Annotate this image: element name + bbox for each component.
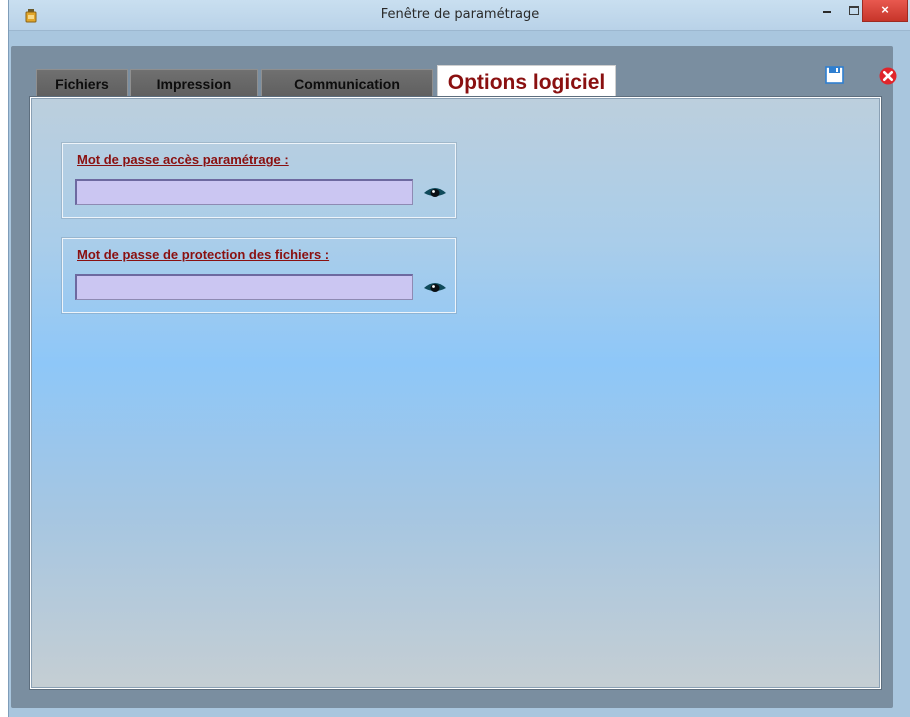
access-password-group: Mot de passe accès paramétrage : [62,143,456,218]
minimize-icon [823,11,831,13]
save-icon[interactable] [825,66,845,84]
access-password-label: Mot de passe accès paramétrage : [77,152,289,167]
tab-impression[interactable]: Impression [130,69,258,98]
show-password-eye-icon[interactable] [423,185,447,199]
minimize-button[interactable] [815,0,839,22]
show-password-eye-icon[interactable] [423,280,447,294]
title-bar[interactable]: Fenêtre de paramétrage × [9,0,910,31]
tab-communication[interactable]: Communication [261,69,433,98]
tab-options-logiciel[interactable]: Options logiciel [437,65,616,99]
file-protection-password-group: Mot de passe de protection des fichiers … [62,238,456,313]
file-protection-password-input[interactable] [75,274,413,300]
cancel-icon[interactable] [878,66,898,86]
file-protection-password-label: Mot de passe de protection des fichiers … [77,247,330,262]
tab-fichiers[interactable]: Fichiers [36,69,128,98]
window-title: Fenêtre de paramétrage [380,7,540,22]
access-password-input[interactable] [75,179,413,205]
maximize-icon [849,6,859,15]
close-button[interactable]: × [862,0,908,22]
